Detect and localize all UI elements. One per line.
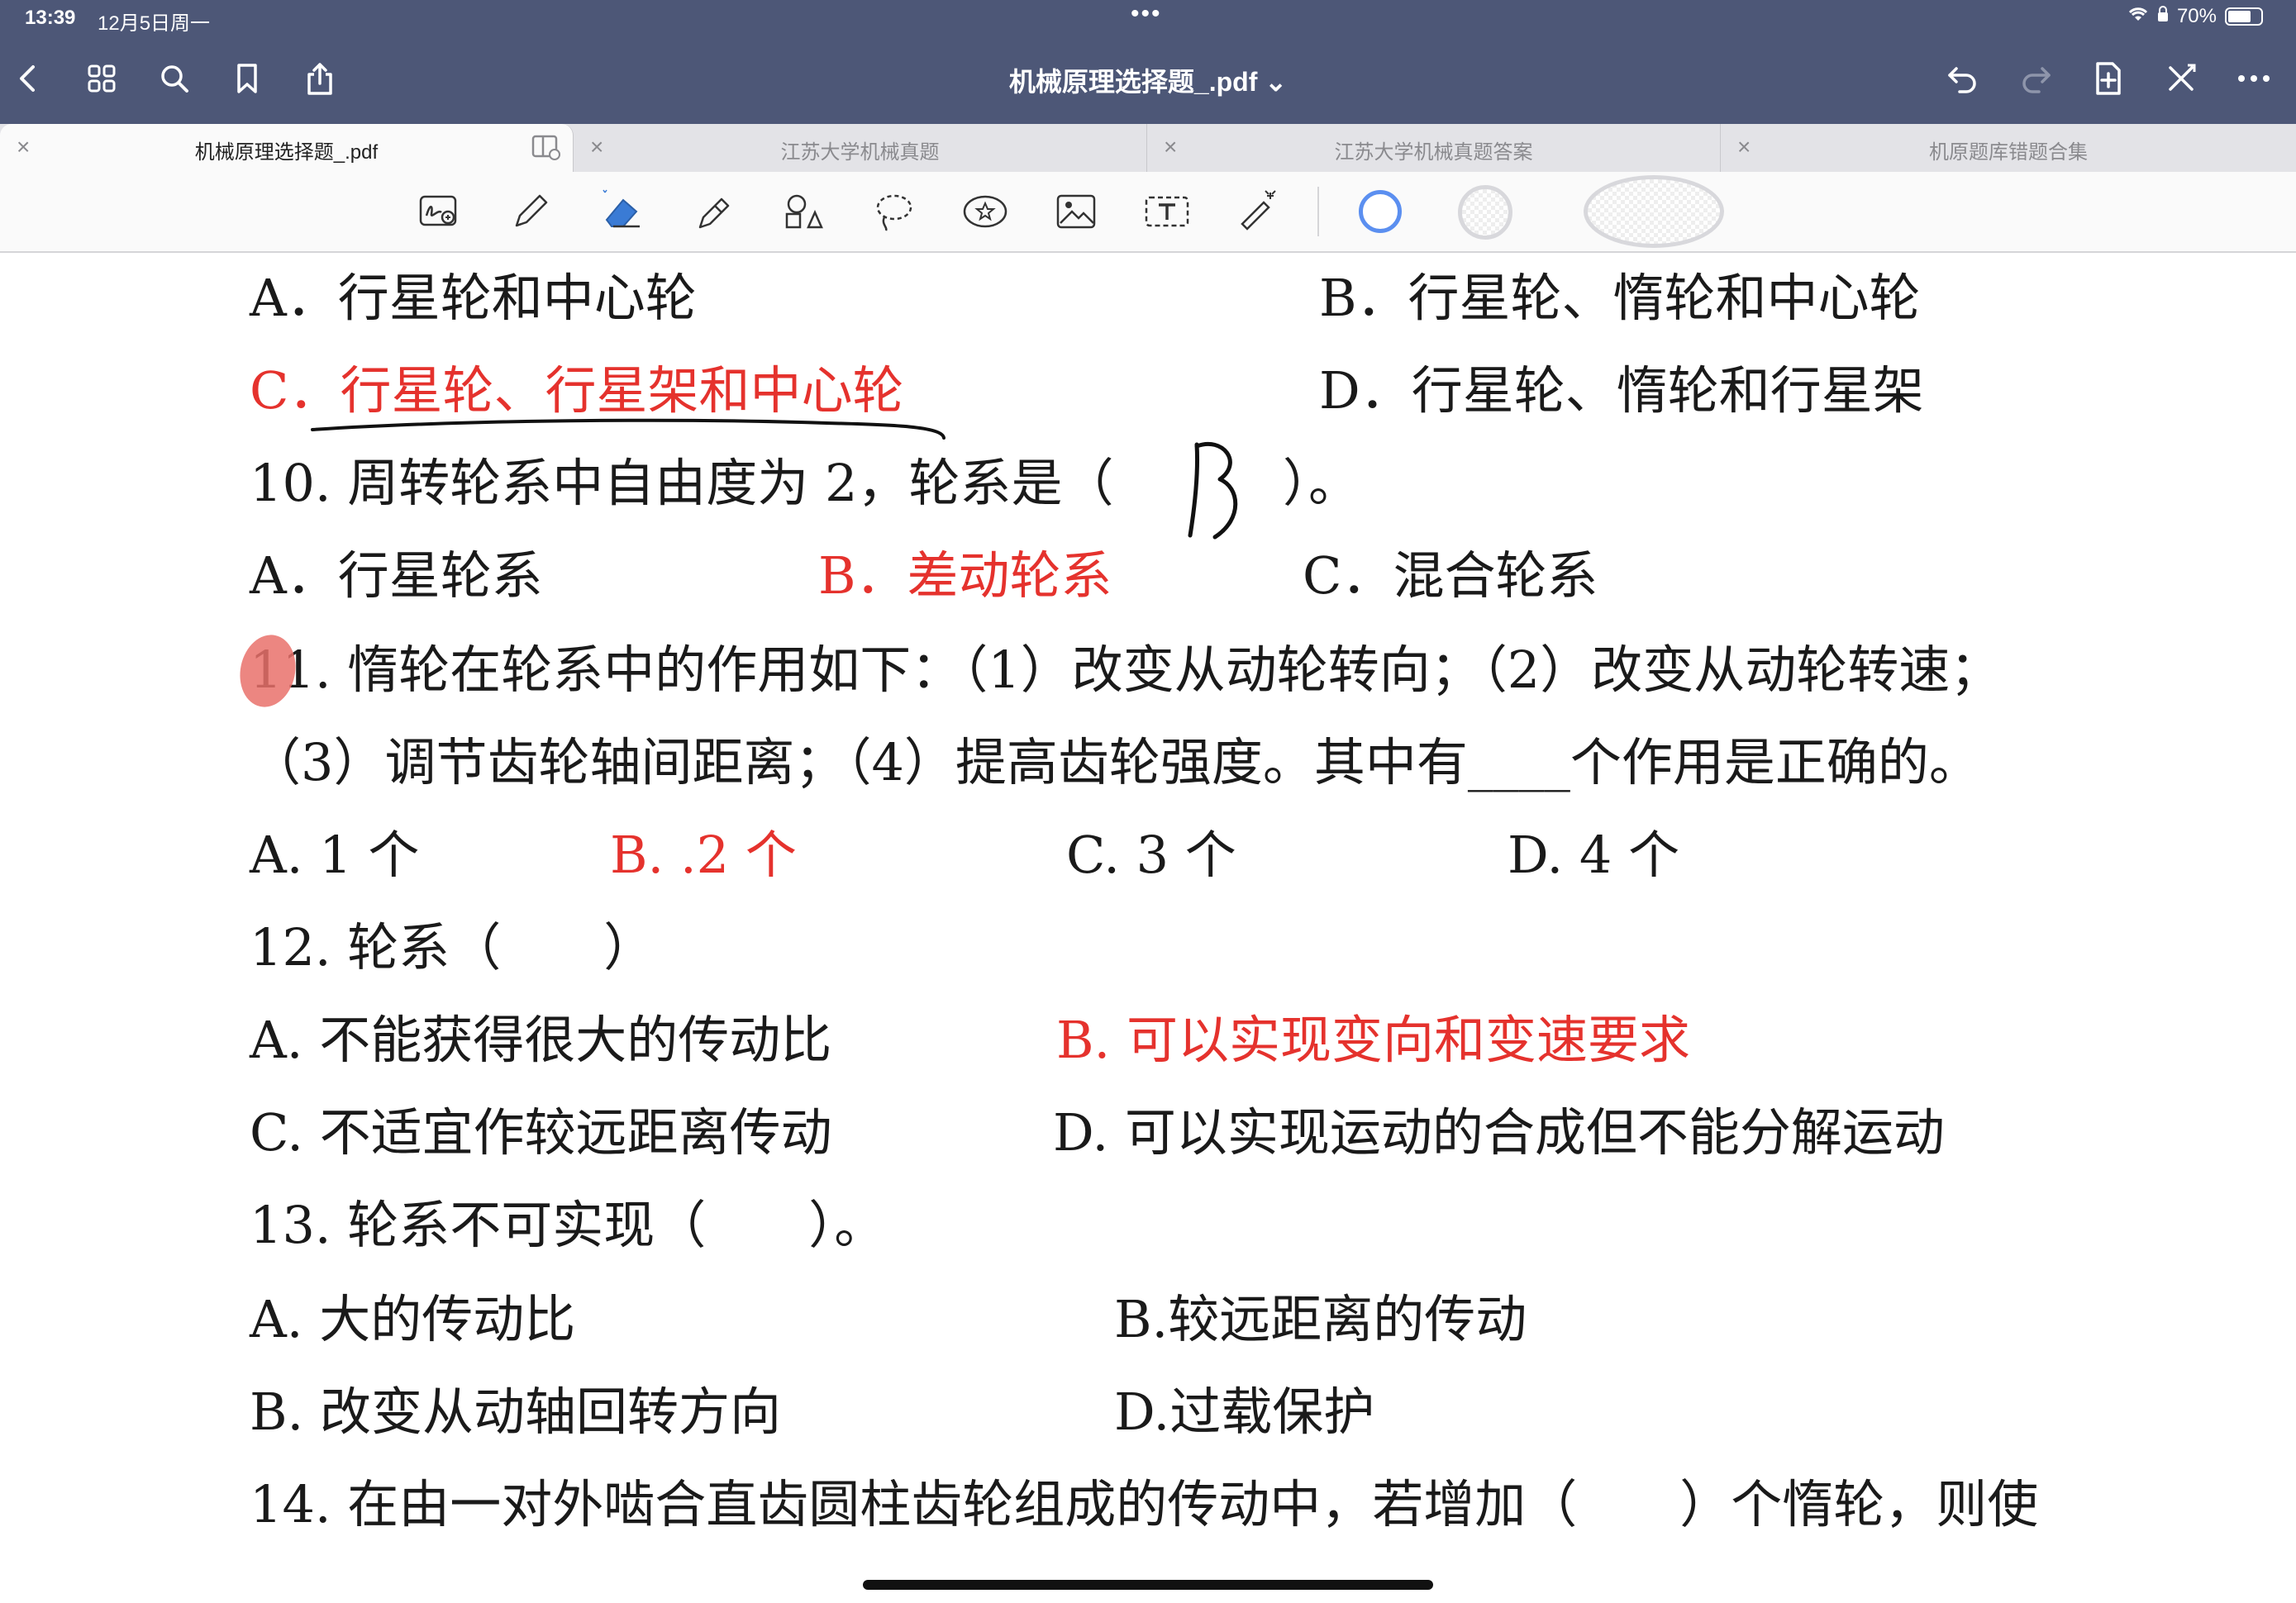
- home-indicator[interactable]: [863, 1580, 1433, 1590]
- ink-answer-b: [1188, 441, 1238, 540]
- ink-annotations: [240, 418, 1238, 707]
- ink-highlight-dot: [240, 635, 296, 707]
- ink-underline: [311, 418, 946, 440]
